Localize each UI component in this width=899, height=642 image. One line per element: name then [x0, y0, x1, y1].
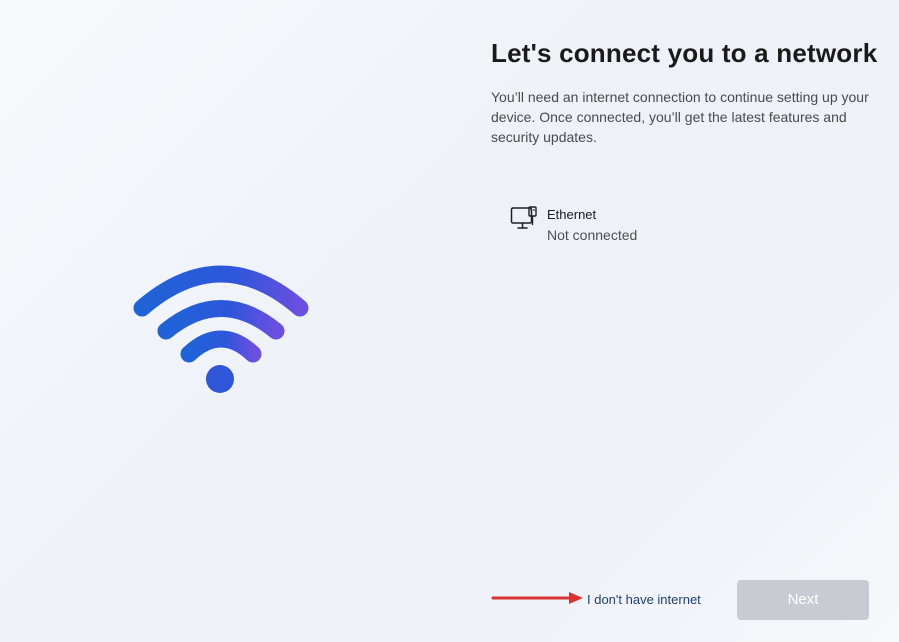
- main-content: Let's connect you to a network You’ll ne…: [491, 38, 881, 243]
- page-title: Let's connect you to a network: [491, 38, 878, 68]
- ethernet-monitor-icon: [510, 206, 537, 229]
- network-name: Ethernet: [547, 207, 597, 222]
- no-internet-link[interactable]: I don't have internet: [587, 592, 701, 608]
- oobe-network-page: Let's connect you to a network You’ll ne…: [0, 0, 899, 642]
- wifi-illustration-icon: [133, 265, 309, 393]
- page-description: You’ll need an internet connection to co…: [491, 89, 869, 145]
- next-button[interactable]: Next: [737, 580, 869, 620]
- network-status: Not connected: [547, 227, 638, 243]
- wifi-dot: [206, 365, 234, 393]
- wifi-middle-arc: [157, 300, 285, 340]
- red-annotation-arrow-icon: [491, 592, 583, 604]
- wifi-inner-arc: [180, 330, 262, 363]
- network-item-ethernet[interactable]: Ethernet Not connected: [510, 204, 730, 248]
